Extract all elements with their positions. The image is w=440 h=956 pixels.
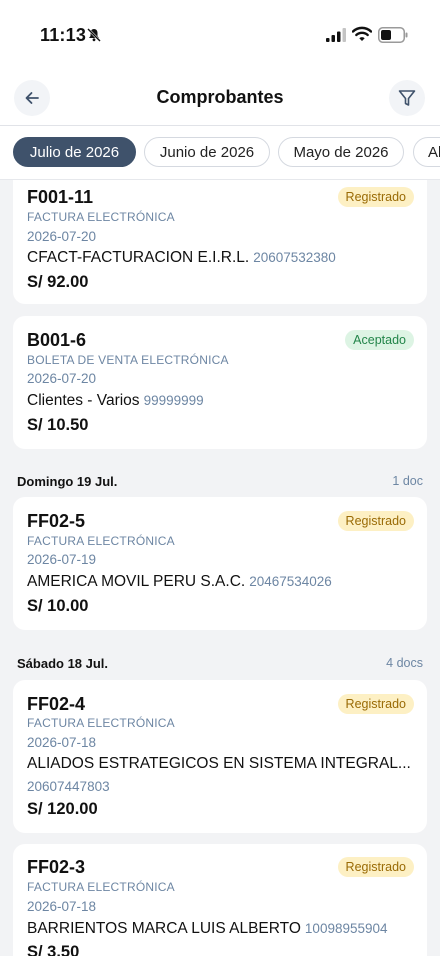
document-date: 2026-07-18 (27, 735, 97, 750)
document-card[interactable]: F001-11 Registrado FACTURA ELECTRÓNICA 2… (13, 180, 427, 304)
wifi-icon (352, 26, 372, 41)
document-list[interactable]: F001-11 Registrado FACTURA ELECTRÓNICA 2… (0, 180, 440, 956)
document-date: 2026-07-20 (27, 229, 97, 244)
client-name: AMERICA MOVIL PERU S.A.C. (27, 573, 246, 590)
document-amount: S/ 92.00 (27, 273, 89, 291)
client-line: CFACT-FACTURACION E.I.R.L. 20607532380 (27, 249, 336, 267)
document-type: BOLETA DE VENTA ELECTRÓNICA (27, 353, 229, 367)
status-badge: Registrado (337, 511, 414, 531)
document-type: FACTURA ELECTRÓNICA (27, 210, 175, 224)
document-type: FACTURA ELECTRÓNICA (27, 880, 175, 894)
client-name: BARRIENTOS MARCA LUIS ALBERTO (27, 920, 301, 937)
day-document-count: 1 doc (392, 474, 423, 488)
document-code: FF02-3 (27, 857, 86, 877)
battery-icon (378, 27, 408, 43)
bell-slash-icon (87, 28, 101, 42)
month-chip-julio-2026[interactable]: Julio de 2026 (13, 137, 136, 167)
month-chip-junio-2026[interactable]: Junio de 2026 (144, 137, 270, 167)
client-ruc: 20607532380 (253, 250, 336, 265)
filter-icon (398, 90, 416, 106)
cellular-signal-icon (326, 28, 346, 42)
status-badge: Aceptado (345, 330, 414, 350)
day-group-header: Sábado 18 Jul. 4 docs (17, 656, 423, 671)
client-ruc: 20607447803 (27, 779, 110, 794)
document-code: FF02-5 (27, 511, 86, 531)
day-group-header: Domingo 19 Jul. 1 doc (17, 474, 423, 489)
document-card[interactable]: FF02-3 Registrado FACTURA ELECTRÓNICA 20… (13, 844, 427, 956)
client-ruc: 10098955904 (304, 921, 388, 936)
client-line: Clientes - Varios 99999999 (27, 392, 204, 410)
document-amount: S/ 120.00 (27, 800, 98, 818)
document-amount: S/ 3.50 (27, 943, 80, 956)
filter-button[interactable] (389, 80, 425, 116)
client-line: BARRIENTOS MARCA LUIS ALBERTO 10098955904 (27, 920, 388, 938)
document-date: 2026-07-18 (27, 899, 97, 914)
client-name: ALIADOS ESTRATEGICOS EN SISTEMA INTEGRAL… (27, 755, 411, 772)
client-line: AMERICA MOVIL PERU S.A.C. 20467534026 (27, 573, 332, 591)
client-ruc: 99999999 (143, 393, 204, 408)
day-document-count: 4 docs (386, 656, 423, 670)
month-filter-bar: Julio de 2026 Junio de 2026 Mayo de 2026… (0, 126, 440, 180)
document-amount: S/ 10.50 (27, 416, 89, 434)
month-chip-mayo-2026[interactable]: Mayo de 2026 (278, 137, 404, 167)
day-label: Sábado 18 Jul. (17, 656, 109, 671)
document-date: 2026-07-19 (27, 552, 97, 567)
page-title: Comprobantes (156, 87, 284, 107)
document-card[interactable]: FF02-5 Registrado FACTURA ELECTRÓNICA 20… (13, 497, 427, 630)
status-badge: Registrado (337, 857, 414, 877)
status-time: 11:13 (40, 25, 87, 45)
navigation-bar: Comprobantes (0, 70, 440, 126)
document-code: FF02-4 (27, 694, 86, 714)
month-chip-abril-2026[interactable]: Al (413, 137, 440, 167)
status-badge: Registrado (337, 187, 414, 207)
status-bar: 11:13 (0, 0, 440, 70)
day-label: Domingo 19 Jul. (17, 474, 118, 489)
client-name: CFACT-FACTURACION E.I.R.L. (27, 249, 250, 266)
client-name: Clientes - Varios (27, 392, 140, 409)
document-card[interactable]: FF02-4 Registrado FACTURA ELECTRÓNICA 20… (13, 680, 427, 833)
status-badge: Registrado (337, 694, 414, 714)
document-card[interactable]: B001-6 Aceptado BOLETA DE VENTA ELECTRÓN… (13, 316, 427, 449)
document-code: F001-11 (27, 187, 94, 207)
document-code: B001-6 (27, 330, 87, 350)
document-type: FACTURA ELECTRÓNICA (27, 534, 175, 548)
document-amount: S/ 10.00 (27, 597, 89, 615)
document-type: FACTURA ELECTRÓNICA (27, 716, 175, 730)
document-date: 2026-07-20 (27, 371, 97, 386)
client-ruc: 20467534026 (249, 574, 332, 589)
